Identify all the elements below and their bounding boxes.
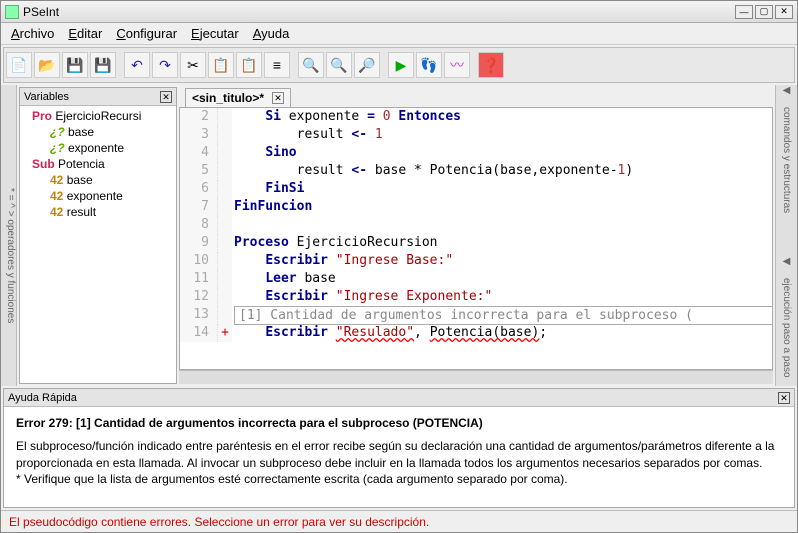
code-line[interactable]: 2 Si exponente = 0 Entonces xyxy=(180,108,772,126)
var-item[interactable]: ¿? exponente xyxy=(22,140,174,156)
var-item[interactable]: Sub Potencia xyxy=(22,156,174,172)
error-body-2: * Verifique que la lista de argumentos e… xyxy=(16,471,782,488)
code-editor[interactable]: 2 Si exponente = 0 Entonces3 result <- 1… xyxy=(179,107,773,370)
menu-ejecutar[interactable]: Ejecutar xyxy=(191,26,239,41)
code-line[interactable]: 11 Leer base xyxy=(180,270,772,288)
close-button[interactable]: ✕ xyxy=(775,5,793,19)
code-line[interactable]: 8 xyxy=(180,216,772,234)
save-icon[interactable]: 💾 xyxy=(62,52,88,78)
minimize-button[interactable]: — xyxy=(735,5,753,19)
maximize-button[interactable]: ▢ xyxy=(755,5,773,19)
horizontal-scrollbar[interactable] xyxy=(179,370,773,384)
format-icon[interactable]: ≡ xyxy=(264,52,290,78)
saveall-icon[interactable]: 💾 xyxy=(90,52,116,78)
var-item[interactable]: 42 result xyxy=(22,204,174,220)
menu-editar[interactable]: Editar xyxy=(68,26,102,41)
help-icon[interactable]: ❓ xyxy=(478,52,504,78)
findall-icon[interactable]: 🔍 xyxy=(326,52,352,78)
findnext-icon[interactable]: 🔎 xyxy=(354,52,380,78)
editor-tab[interactable]: <sin_titulo>* ✕ xyxy=(185,88,291,107)
undo-icon[interactable]: ↶ xyxy=(124,52,150,78)
var-item[interactable]: 42 exponente xyxy=(22,188,174,204)
variables-title: Variables xyxy=(24,91,69,103)
code-line[interactable]: 4 Sino xyxy=(180,144,772,162)
tab-label: <sin_titulo>* xyxy=(192,91,264,105)
error-tooltip: [1] Cantidad de argumentos incorrecta pa… xyxy=(234,306,773,325)
flowchart-icon[interactable]: 〰 xyxy=(444,52,470,78)
code-line[interactable]: 6 FinSi xyxy=(180,180,772,198)
variables-header: Variables ✕ xyxy=(20,88,176,106)
tab-bar: <sin_titulo>* ✕ xyxy=(179,87,773,107)
app-icon xyxy=(5,5,19,19)
copy-icon[interactable]: 📋 xyxy=(208,52,234,78)
error-title: Error 279: [1] Cantidad de argumentos in… xyxy=(16,415,782,432)
toolbar: 📄 📂 💾 💾 ↶ ↷ ✂ 📋 📋 ≡ 🔍 🔍 🔎 ▶ 👣 〰 ❓ xyxy=(3,47,795,83)
variables-close-icon[interactable]: ✕ xyxy=(160,91,172,103)
status-bar: El pseudocódigo contiene errores. Selecc… xyxy=(1,510,797,532)
menu-ayuda[interactable]: Ayuda xyxy=(253,26,290,41)
code-line[interactable]: 9Proceso EjercicioRecursion xyxy=(180,234,772,252)
window-title: PSeInt xyxy=(23,5,59,19)
menu-bar: Archivo Editar Configurar Ejecutar Ayuda xyxy=(1,23,797,45)
variables-panel: Variables ✕ Pro EjercicioRecursi¿? base¿… xyxy=(19,87,177,384)
paste-icon[interactable]: 📋 xyxy=(236,52,262,78)
code-line[interactable]: 7FinFuncion xyxy=(180,198,772,216)
run-icon[interactable]: ▶ xyxy=(388,52,414,78)
help-close-icon[interactable]: ✕ xyxy=(778,392,790,404)
help-header: Ayuda Rápida ✕ xyxy=(4,389,794,407)
menu-configurar[interactable]: Configurar xyxy=(116,26,177,41)
commands-arrow-icon[interactable]: ◀ xyxy=(783,85,791,99)
code-line[interactable]: 14+ Escribir "Resulado", Potencia(base); xyxy=(180,324,772,342)
operators-panel-collapsed[interactable]: * = ^ > operadores y funciones xyxy=(1,85,17,386)
step-panel-collapsed[interactable]: ejecución paso a paso xyxy=(781,270,792,386)
code-line[interactable]: 3 result <- 1 xyxy=(180,126,772,144)
redo-icon[interactable]: ↷ xyxy=(152,52,178,78)
new-icon[interactable]: 📄 xyxy=(6,52,32,78)
help-title: Ayuda Rápida xyxy=(8,392,77,404)
find-icon[interactable]: 🔍 xyxy=(298,52,324,78)
code-line[interactable]: 10 Escribir "Ingrese Base:" xyxy=(180,252,772,270)
variables-list: Pro EjercicioRecursi¿? base¿? exponenteS… xyxy=(20,106,176,222)
step-icon[interactable]: 👣 xyxy=(416,52,442,78)
step-arrow-icon[interactable]: ◀ xyxy=(783,256,791,270)
title-bar: PSeInt — ▢ ✕ xyxy=(1,1,797,23)
commands-panel-collapsed[interactable]: comandos y estructuras xyxy=(781,99,792,221)
open-icon[interactable]: 📂 xyxy=(34,52,60,78)
var-item[interactable]: ¿? base xyxy=(22,124,174,140)
quick-help-panel: Ayuda Rápida ✕ Error 279: [1] Cantidad d… xyxy=(3,388,795,508)
var-item[interactable]: Pro EjercicioRecursi xyxy=(22,108,174,124)
code-line[interactable]: 5 result <- base * Potencia(base,exponen… xyxy=(180,162,772,180)
menu-archivo[interactable]: Archivo xyxy=(11,26,54,41)
tab-close-icon[interactable]: ✕ xyxy=(272,92,284,104)
status-text: El pseudocódigo contiene errores. Selecc… xyxy=(9,515,429,529)
cut-icon[interactable]: ✂ xyxy=(180,52,206,78)
code-line[interactable]: 12 Escribir "Ingrese Exponente:" xyxy=(180,288,772,306)
var-item[interactable]: 42 base xyxy=(22,172,174,188)
right-panels: ◀ comandos y estructuras ◀ ejecución pas… xyxy=(775,85,797,386)
error-body-1: El subproceso/función indicado entre par… xyxy=(16,438,782,472)
